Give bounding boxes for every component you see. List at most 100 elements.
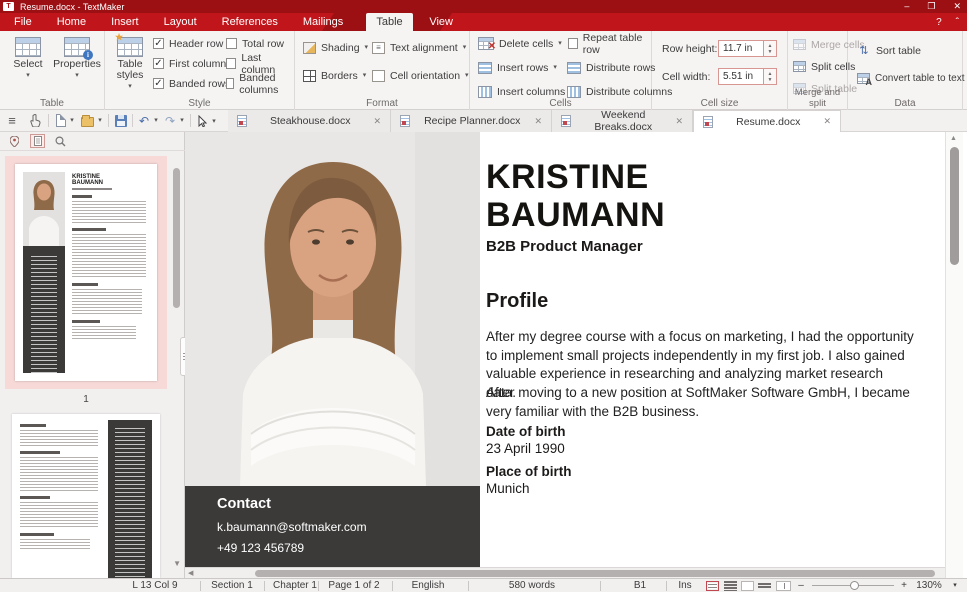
insert-mode-indicator[interactable]: Ins [672,579,698,592]
tab-resume-active[interactable]: Resume.docx ✕ [693,110,841,132]
cursor-position[interactable]: L 13 Col 9 [118,579,192,592]
chapter-indicator[interactable]: Chapter 1 [268,579,322,592]
open-dropdown[interactable]: ▾ [96,110,104,131]
page-thumbnail-1-selection[interactable]: KRISTINEBAUMANN [5,156,167,389]
properties-button[interactable]: i Properties ▾ [54,35,100,93]
redo-dropdown[interactable]: ▾ [178,110,186,131]
zoom-level[interactable]: 130% [912,579,946,592]
tab-weekend-breaks[interactable]: Weekend Breaks.docx ✕ [552,110,693,132]
profile-paragraph-2: After moving to a new position at SoftMa… [486,384,914,421]
sidebar-scrollbar-thumb[interactable] [173,168,180,308]
scroll-left-icon[interactable]: ◀ [188,569,193,577]
zoom-presets-icon[interactable]: ▾ [950,579,960,592]
collapse-ribbon-button[interactable]: ˆ [956,17,959,28]
help-button[interactable]: ? [936,17,942,28]
menu-file[interactable]: File [14,13,32,31]
save-button[interactable] [113,110,129,131]
repeat-table-row-checkbox[interactable]: Repeat table row [568,37,651,50]
tab-steakhouse[interactable]: Steakhouse.docx ✕ [228,110,391,132]
cell-orientation-button[interactable]: Cell orientation ▾ [372,68,469,83]
word-count[interactable]: 580 words [492,579,572,592]
header-row-checkbox[interactable]: ✓ Header row [153,37,223,50]
document-page[interactable]: Contact k.baumann@softmaker.com +49 123 … [185,132,945,578]
sort-table-button[interactable]: ⇅ Sort table [857,43,921,58]
zoom-in-button[interactable]: + [898,579,910,592]
table-styles-button[interactable]: ★ Table styles ▾ [108,35,152,93]
maximize-button[interactable]: ❐ [927,0,935,13]
cell-width-spinner[interactable]: ▲▼ [764,68,777,85]
ribbon-group-format: Shading ▾ ≡ Text alignment ▾ Borders ▾ C… [295,31,470,110]
first-column-checkbox[interactable]: ✓ First column [153,57,226,70]
row-height-input[interactable]: 11.7 in [718,40,764,57]
distribute-rows-icon [567,62,581,74]
open-button[interactable] [79,110,95,131]
page-thumbnails-icon[interactable] [30,134,45,148]
tab-recipe-planner[interactable]: Recipe Planner.docx ✕ [391,110,552,132]
banded-columns-checkbox[interactable]: Banded columns [226,77,294,90]
borders-icon [303,70,316,82]
menu-bar: File Home Insert Layout References Maili… [0,13,967,31]
view-page-icon[interactable] [741,581,754,591]
menu-references[interactable]: References [222,13,278,31]
insert-columns-button[interactable]: Insert columns ▾ [478,84,574,99]
menu-insert[interactable]: Insert [111,13,139,31]
tab-table-contextual[interactable]: Table [366,13,413,31]
insert-rows-button[interactable]: Insert rows ▾ [478,60,557,75]
total-row-checkbox[interactable]: Total row [226,37,284,50]
row-height-spinner[interactable]: ▲▼ [764,40,777,57]
view-outline-icon[interactable] [758,581,771,591]
close-button[interactable]: ✕ [953,0,961,13]
view-continuous-icon[interactable] [724,581,737,591]
sidebar-scroll-down-icon[interactable]: ▼ [173,559,181,568]
scroll-up-icon[interactable]: ▲ [950,135,957,142]
navigation-pin-icon[interactable] [7,134,22,148]
close-tab-icon[interactable]: ✕ [534,116,542,127]
resume-text-column: KRISTINEBAUMANN B2B Product Manager Prof… [480,132,945,567]
close-tab-icon[interactable]: ✕ [675,116,683,127]
menu-view[interactable]: View [429,13,453,31]
banded-rows-checkbox[interactable]: ✓ Banded rows [153,77,230,90]
cell-reference[interactable]: B1 [618,579,662,592]
menu-layout[interactable]: Layout [164,13,197,31]
close-tab-icon[interactable]: ✕ [373,116,381,127]
menu-mailings[interactable]: Mailings [303,13,343,31]
borders-button[interactable]: Borders ▾ [303,68,366,83]
vertical-scrollbar[interactable]: ▲ [945,132,963,578]
section-indicator[interactable]: Section 1 [204,579,260,592]
redo-button[interactable]: ↷ [163,110,177,131]
insert-columns-icon [478,86,492,98]
touch-mode-icon[interactable] [26,110,44,131]
horizontal-scrollbar-thumb[interactable] [255,570,935,577]
vertical-scrollbar-thumb[interactable] [950,147,959,265]
shading-button[interactable]: Shading ▾ [303,40,368,55]
select-button[interactable]: Select ▾ [5,35,51,93]
page-thumbnail-1[interactable]: KRISTINEBAUMANN [15,164,157,381]
view-normal-icon[interactable] [706,581,719,591]
last-column-checkbox[interactable]: Last column [226,57,294,70]
horizontal-scrollbar[interactable]: ◀ [185,567,945,578]
object-mode-button[interactable] [195,110,209,131]
new-document-button[interactable] [54,110,68,131]
page-indicator[interactable]: Page 1 of 2 [322,579,386,592]
page-thumbnail-2[interactable] [12,414,160,578]
language-indicator[interactable]: English [398,579,458,592]
undo-button[interactable]: ↶ [137,110,151,131]
zoom-slider-thumb[interactable] [850,581,859,590]
menu-home[interactable]: Home [57,13,86,31]
convert-table-to-text-button[interactable]: A Convert table to text [857,71,965,86]
zoom-out-button[interactable]: – [796,579,806,592]
toolbar-overflow-icon[interactable]: ▾ [210,110,218,131]
delete-cells-button[interactable]: ✕ Delete cells ▾ [478,36,562,51]
new-document-dropdown[interactable]: ▾ [68,110,76,131]
cell-width-input[interactable]: 5.51 in [718,68,764,85]
view-two-pages-icon[interactable] [776,581,791,591]
sidebar-menu-icon[interactable]: ≡ [4,110,20,131]
minimize-button[interactable]: – [904,0,909,13]
undo-dropdown[interactable]: ▾ [152,110,160,131]
close-tab-icon[interactable]: ✕ [823,116,831,127]
split-cells-button[interactable]: Split cells [793,59,855,74]
distribute-rows-button[interactable]: Distribute rows [567,60,655,75]
text-alignment-button[interactable]: ≡ Text alignment ▾ [372,40,466,55]
search-icon[interactable] [53,134,68,148]
group-label-cell-size: Cell size [652,98,787,109]
